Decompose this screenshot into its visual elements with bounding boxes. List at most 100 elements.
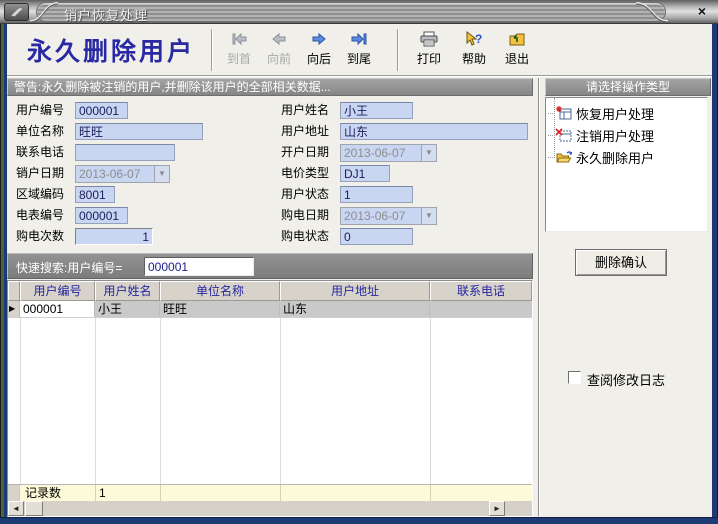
- arrow-last-icon: [339, 29, 379, 48]
- delete-confirm-button[interactable]: 删除确认: [575, 249, 667, 276]
- grid-line: [95, 318, 96, 484]
- nav-next-label: 向后: [299, 50, 339, 67]
- operation-type-list: 恢复用户处理 注销用户处理 永久删除用户: [545, 97, 708, 232]
- panel-header: 请选择操作类型: [545, 78, 711, 96]
- scroll-right-icon[interactable]: ►: [489, 501, 505, 516]
- cell-unit-name[interactable]: 旺旺: [160, 301, 280, 318]
- purchase-date-combo[interactable]: 2013-06-07 ▼: [340, 207, 437, 225]
- option-delete-user[interactable]: 永久删除用户: [548, 147, 654, 167]
- purchase-count-field[interactable]: [75, 228, 153, 245]
- user-status-label: 用户状态: [281, 186, 329, 203]
- arrow-prev-icon: [259, 29, 299, 48]
- record-count-label: 记录数: [25, 485, 61, 501]
- option-label: 恢复用户处理: [576, 104, 654, 123]
- search-input[interactable]: [144, 257, 254, 276]
- folder-open-icon: [555, 149, 572, 165]
- grid-line: [430, 318, 431, 484]
- grid-line: [160, 485, 161, 501]
- cell-phone[interactable]: [430, 301, 532, 318]
- exit-icon: [497, 29, 537, 48]
- close-date-combo[interactable]: 2013-06-07 ▼: [75, 165, 170, 183]
- phone-field[interactable]: [75, 144, 175, 161]
- horizontal-scrollbar[interactable]: ◄ ►: [8, 501, 532, 516]
- user-address-field[interactable]: [340, 123, 528, 140]
- unit-name-field[interactable]: [75, 123, 203, 140]
- nav-first-button[interactable]: 到首: [219, 29, 259, 73]
- col-header-phone[interactable]: 联系电话: [430, 281, 532, 301]
- option-cancel-user[interactable]: 注销用户处理: [548, 125, 654, 145]
- region-code-label: 区域编码: [16, 186, 64, 203]
- nav-next-button[interactable]: 向后: [299, 29, 339, 73]
- nav-last-label: 到尾: [339, 50, 379, 67]
- col-header-user-name[interactable]: 用户姓名: [95, 281, 160, 301]
- print-label: 打印: [409, 50, 449, 67]
- col-header-address[interactable]: 用户地址: [280, 281, 430, 301]
- chevron-down-icon[interactable]: ▼: [421, 145, 436, 161]
- close-icon[interactable]: ×: [693, 3, 711, 20]
- app-window: 销户恢复处理 × 永久删除用户 到首 向前 向后: [0, 0, 718, 524]
- close-date-value: 2013-06-07: [76, 166, 154, 182]
- app-logo-icon: [4, 3, 29, 21]
- cell-user-name[interactable]: 小王: [95, 301, 160, 318]
- grid-footer-row: 记录数 1: [8, 484, 532, 501]
- nav-prev-label: 向前: [259, 50, 299, 67]
- form-cancel-icon: [555, 127, 572, 143]
- form-restore-icon: [555, 105, 572, 121]
- current-row-arrow-icon: ▶: [8, 301, 20, 318]
- col-header-user-id[interactable]: 用户编号: [20, 281, 95, 301]
- tree-line: [548, 135, 555, 136]
- window-border-right: [712, 24, 718, 524]
- nav-last-button[interactable]: 到尾: [339, 29, 379, 73]
- nav-prev-button[interactable]: 向前: [259, 29, 299, 73]
- purchase-status-field[interactable]: [340, 228, 413, 245]
- open-date-combo[interactable]: 2013-06-07 ▼: [340, 144, 437, 162]
- tree-line: [548, 113, 555, 114]
- cell-user-id[interactable]: 000001: [20, 301, 95, 318]
- scroll-left-icon[interactable]: ◄: [8, 501, 24, 516]
- region-code-field[interactable]: [75, 186, 115, 203]
- user-id-label: 用户编号: [16, 102, 64, 119]
- svg-text:?: ?: [475, 32, 482, 46]
- table-row[interactable]: ▶ 000001 小王 旺旺 山东: [8, 301, 532, 318]
- unit-name-label: 单位名称: [16, 123, 64, 140]
- exit-button[interactable]: 退出: [497, 29, 537, 73]
- user-address-label: 用户地址: [281, 123, 329, 140]
- print-button[interactable]: 打印: [409, 29, 449, 73]
- meter-no-field[interactable]: [75, 207, 128, 224]
- toolbar-separator: [397, 29, 399, 71]
- option-restore-user[interactable]: 恢复用户处理: [548, 103, 654, 123]
- footer-selector-cell: [8, 485, 20, 501]
- user-status-field[interactable]: [340, 186, 413, 203]
- data-grid: 用户编号 用户姓名 单位名称 用户地址 联系电话 ▶ 000001 小王 旺旺 …: [7, 280, 533, 517]
- grid-line: [95, 485, 96, 501]
- grid-line: [280, 485, 281, 501]
- title-bar: 销户恢复处理 ×: [0, 0, 718, 24]
- chevron-down-icon[interactable]: ▼: [421, 208, 436, 224]
- col-header-unit-name[interactable]: 单位名称: [160, 281, 280, 301]
- record-count-value: 1: [99, 485, 106, 501]
- help-button[interactable]: ? 帮助: [454, 29, 494, 73]
- chevron-down-icon[interactable]: ▼: [154, 166, 169, 182]
- search-label: 快速搜索:用户编号=: [16, 259, 122, 276]
- price-type-field[interactable]: [340, 165, 390, 182]
- scrollbar-thumb[interactable]: [25, 501, 43, 516]
- log-checkbox-label[interactable]: 查阅修改日志: [587, 370, 665, 389]
- grid-line: [160, 318, 161, 484]
- user-name-field[interactable]: [340, 102, 413, 119]
- help-label: 帮助: [454, 50, 494, 67]
- page-title: 永久删除用户: [27, 32, 195, 68]
- window-border-bottom: [0, 517, 718, 524]
- log-checkbox[interactable]: [568, 371, 581, 384]
- user-id-field[interactable]: [75, 102, 128, 119]
- close-date-label: 销户日期: [16, 165, 64, 182]
- phone-label: 联系电话: [16, 144, 64, 161]
- help-icon: ?: [454, 29, 494, 48]
- option-label: 注销用户处理: [576, 126, 654, 145]
- option-label: 永久删除用户: [576, 148, 654, 167]
- cell-address[interactable]: 山东: [280, 301, 430, 318]
- toolbar: 永久删除用户 到首 向前 向后 到尾: [7, 24, 712, 76]
- grid-line: [280, 318, 281, 484]
- price-type-label: 电价类型: [281, 165, 329, 182]
- open-date-value: 2013-06-07: [341, 145, 421, 161]
- open-date-label: 开户日期: [281, 144, 329, 161]
